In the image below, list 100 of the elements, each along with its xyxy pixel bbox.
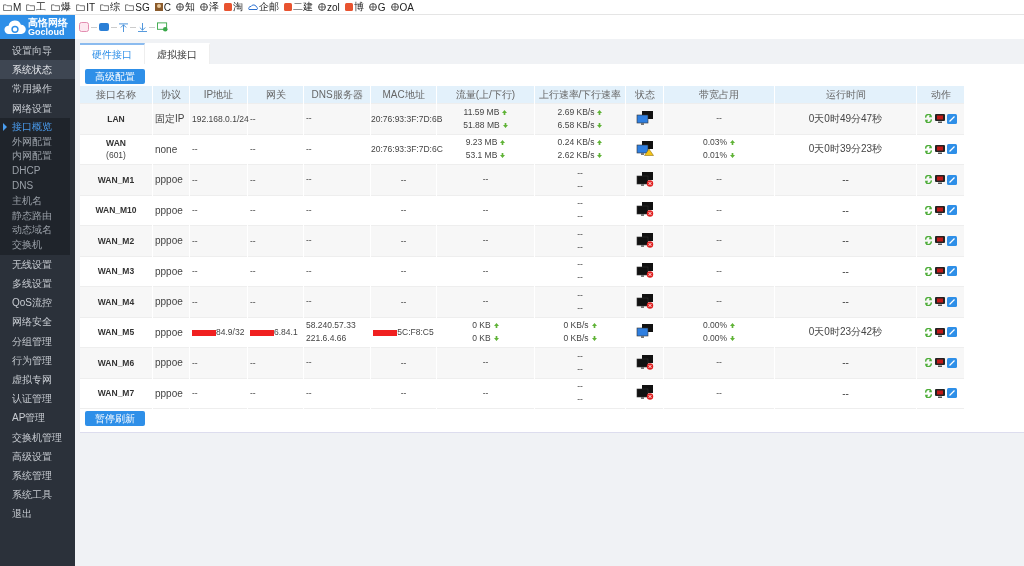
interface-name: WAN_M7 [97, 387, 135, 400]
ip-cell: -- [192, 174, 198, 185]
bookmark-link[interactable]: SG [125, 1, 150, 13]
submenu-item[interactable]: 外网配置 [0, 134, 70, 150]
sidebar-item[interactable]: 分组管理 [0, 331, 75, 351]
mac-cell: -- [400, 388, 407, 399]
cell-value: -- [577, 364, 583, 374]
monitor-icon[interactable] [935, 266, 945, 276]
monitor-icon[interactable] [935, 205, 945, 215]
cell-value: 9.23 MB [465, 138, 498, 148]
cell-value: 0 KB [472, 321, 491, 331]
monitor-icon[interactable] [935, 236, 945, 246]
download-icon[interactable] [138, 22, 147, 32]
ip-cell: -- [192, 205, 198, 216]
monitor-icon[interactable] [935, 175, 945, 185]
bookmark-link[interactable]: G [368, 1, 386, 13]
sidebar-item[interactable]: AP管理 [0, 408, 75, 428]
sidebar-item[interactable]: 认证管理 [0, 389, 75, 409]
bookmark-link[interactable]: 淘 [223, 0, 243, 14]
square-icon [223, 3, 232, 11]
bookmark-link[interactable]: IT [76, 1, 96, 13]
ip-cell: 192.168.0.1/24 [192, 113, 249, 124]
bookmark-link[interactable]: 二建 [283, 0, 313, 14]
column-header: 流量(上/下行) [436, 86, 535, 104]
sidebar-item[interactable]: 虚拟专网 [0, 370, 75, 390]
sidebar-item[interactable]: 网络安全 [0, 312, 75, 332]
globe-icon [368, 3, 377, 11]
mac-cell: 20:76:93:3F:7D:6C [371, 144, 443, 155]
mac-cell: -- [400, 296, 407, 307]
ip-cell: -- [192, 357, 198, 368]
bookmark-link[interactable]: 博 [344, 0, 364, 14]
sidebar-item[interactable]: 网络设置 [0, 98, 75, 118]
monitor-icon[interactable] [935, 388, 945, 398]
interface-id: (601) [106, 149, 126, 162]
bookmark-link[interactable]: M [3, 1, 22, 13]
sidebar-item[interactable]: 多线设置 [0, 274, 75, 294]
sidebar-item[interactable]: 系统工具 [0, 485, 75, 505]
column-header: 协议 [152, 86, 190, 104]
mac-cell: 20:76:93:3F:7D:6B [371, 113, 443, 124]
tab[interactable]: 虚拟接口 [145, 43, 210, 64]
cell-value: -- [577, 229, 583, 239]
submenu-item[interactable]: 内网配置 [0, 149, 70, 165]
upload-icon[interactable] [119, 22, 128, 32]
chip-icon[interactable] [99, 23, 109, 31]
sidebar-item[interactable]: 系统状态 [0, 60, 75, 80]
cell-value: -- [577, 382, 583, 392]
bookmark-link[interactable]: OA [390, 1, 414, 13]
folder-icon [26, 3, 36, 11]
cell-value: -- [716, 388, 722, 398]
folder-icon [3, 3, 12, 11]
sidebar-item[interactable]: 行为管理 [0, 350, 75, 371]
cell-value: 0.01% [702, 151, 728, 161]
sidebar-item[interactable]: 退出 [0, 504, 75, 524]
sidebar-item[interactable]: 高级设置 [0, 446, 75, 466]
monitor-check-icon[interactable] [157, 22, 168, 32]
dns-cell: -- [306, 358, 312, 368]
uptime-cell: -- [842, 204, 849, 216]
cell-value: -- [482, 236, 489, 246]
bookmark-link[interactable]: 工 [26, 0, 47, 14]
bookmark-link[interactable]: zol [317, 1, 340, 13]
gateway-cell: -- [250, 174, 256, 185]
mac-cell: -- [400, 266, 407, 277]
sidebar-item[interactable]: 常用操作 [0, 79, 75, 99]
cell-value: -- [577, 290, 583, 300]
cell-value: 51.88 MB [463, 120, 500, 130]
monitor-icon[interactable] [935, 358, 945, 368]
submenu-item[interactable]: 交换机 [0, 238, 70, 253]
folder-icon [51, 3, 61, 11]
dns-cell: -- [306, 144, 312, 154]
submenu-item[interactable]: 接口概览 [0, 119, 70, 135]
monitor-icon[interactable] [935, 327, 945, 337]
sidebar-item[interactable]: 交换机管理 [0, 427, 75, 447]
monitor-icon[interactable] [935, 144, 945, 154]
bookmark-link[interactable]: 爆 [51, 0, 72, 14]
ip-cell: -- [192, 144, 198, 155]
protocol-cell: pppoe [155, 326, 183, 338]
cell-value: 0 KB/s [563, 321, 589, 331]
bookmark-link[interactable]: 知 [175, 0, 195, 14]
sidebar-item[interactable]: 无线设置 [0, 254, 75, 275]
bookmark-link[interactable]: 泽 [199, 0, 219, 14]
monitor-icon[interactable] [935, 297, 945, 307]
sidebar-item[interactable]: QoS流控 [0, 293, 75, 313]
submenu-item[interactable]: 静态路由 [0, 208, 70, 224]
submenu-item[interactable]: DNS [0, 178, 70, 194]
submenu-item[interactable]: 动态域名 [0, 223, 70, 239]
monitor-icon[interactable] [935, 114, 945, 124]
cell-value: -- [577, 273, 583, 283]
sidebar-item[interactable]: 系统管理 [0, 466, 75, 486]
bookmark-link[interactable]: 企邮 [247, 0, 279, 14]
tab[interactable]: 硬件接口 [80, 43, 145, 64]
protocol-cell: pppoe [155, 174, 183, 186]
bookmark-link[interactable]: 综 [100, 0, 121, 14]
page-icon[interactable] [79, 22, 89, 32]
protocol-cell: pppoe [155, 357, 183, 369]
submenu-item[interactable]: 主机名 [0, 193, 70, 209]
submenu-item[interactable]: DHCP [0, 164, 70, 179]
bookmark-link[interactable]: C [154, 1, 171, 13]
mac-cell: -- [400, 205, 407, 216]
mac-cell: -- [400, 174, 407, 185]
sidebar-item[interactable]: 设置向导 [0, 41, 75, 61]
